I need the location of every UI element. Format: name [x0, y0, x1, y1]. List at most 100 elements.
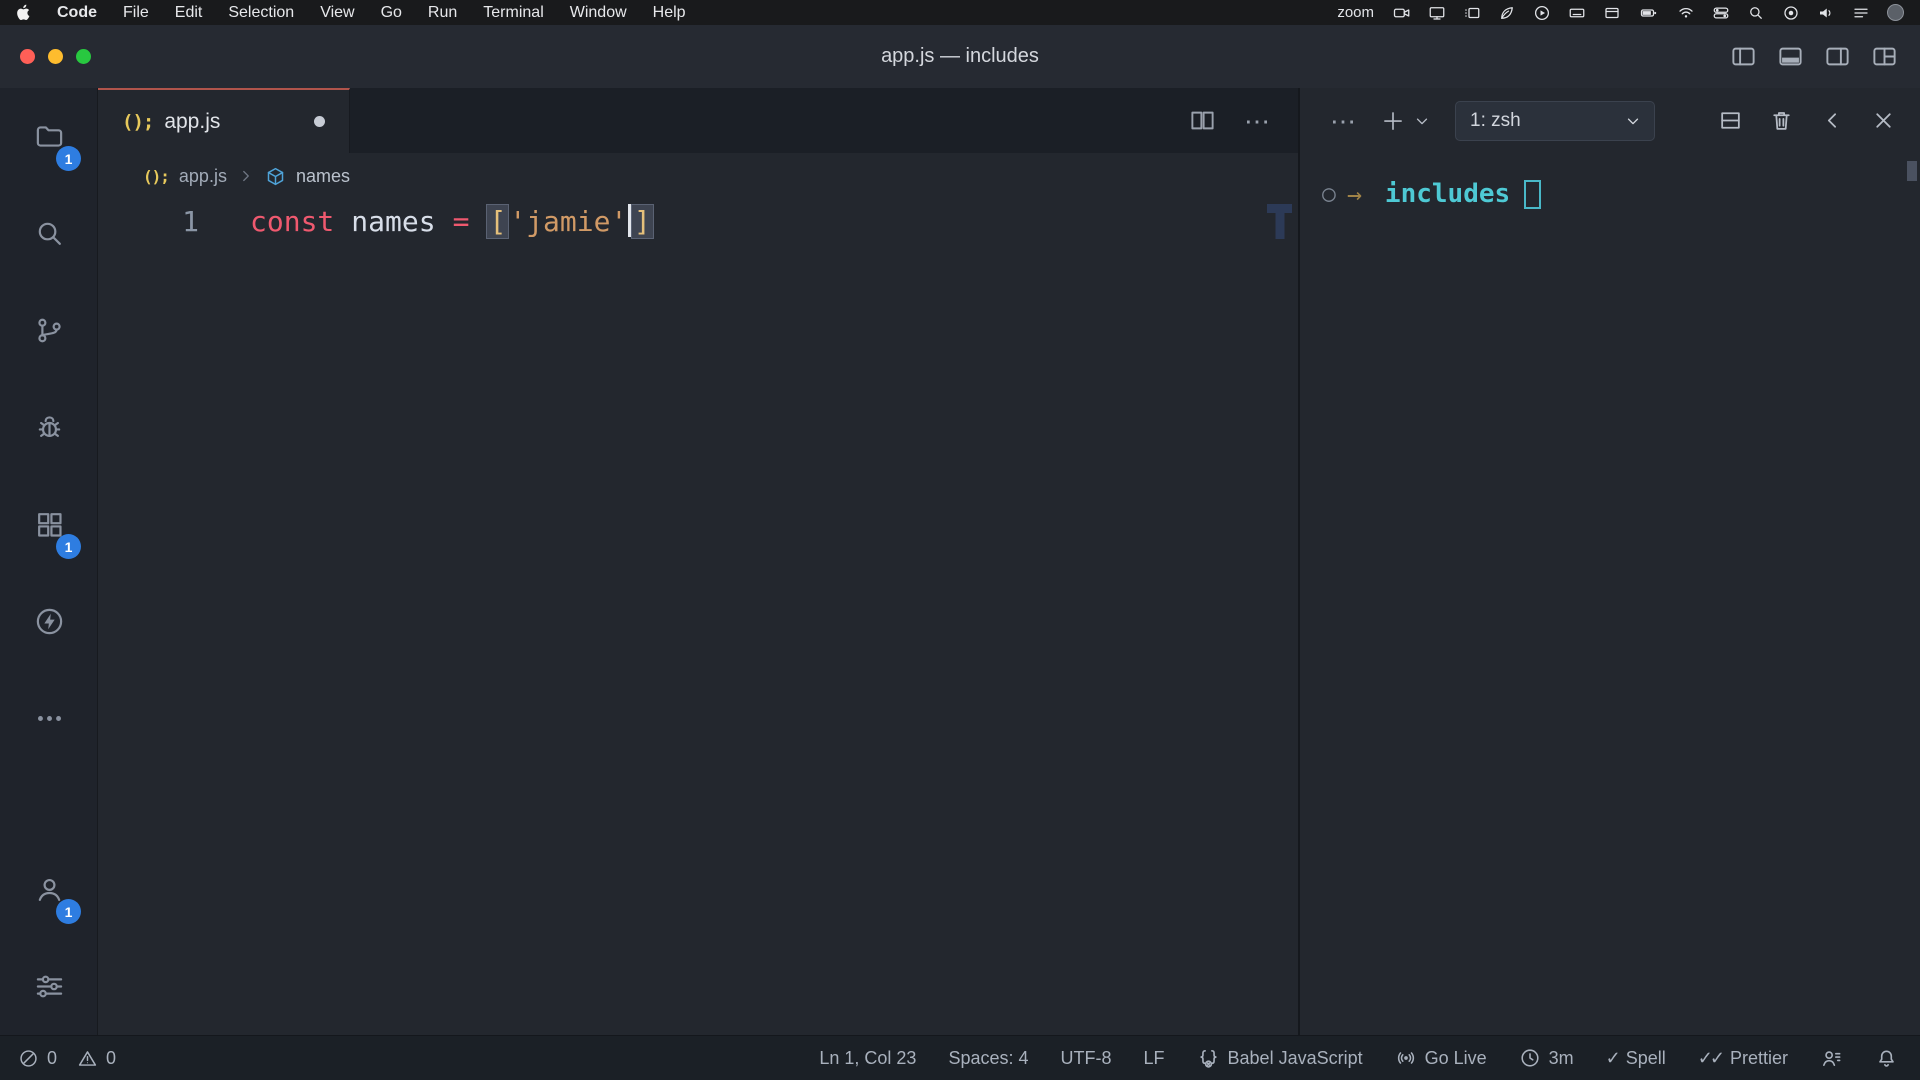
video-camera-icon[interactable] [1393, 4, 1411, 22]
menu-help[interactable]: Help [653, 4, 686, 22]
menu-view[interactable]: View [320, 4, 354, 22]
speaker-icon[interactable] [1817, 4, 1835, 22]
menu-selection[interactable]: Selection [228, 4, 294, 22]
editor-tab-bar: (); app.js ⋯ [98, 88, 1298, 153]
javascript-file-icon: (); [122, 111, 153, 133]
more-views-button[interactable] [0, 670, 98, 767]
menu-go[interactable]: Go [381, 4, 402, 22]
prompt-directory: includes [1385, 179, 1510, 209]
cursor-position-button[interactable]: Ln 1, Col 23 [819, 1048, 916, 1069]
code-editor[interactable]: 1 constnames=['jamie'] [98, 199, 1298, 1035]
leaf-icon[interactable] [1498, 4, 1516, 22]
menu-app-name[interactable]: Code [57, 4, 97, 22]
thunder-client-activity-button[interactable] [0, 573, 98, 670]
editor-area: (); app.js ⋯ (); app.js names 1 [98, 88, 1298, 1035]
code-text: constnames=['jamie'] [250, 199, 654, 245]
error-circle-slash-icon [18, 1048, 39, 1069]
double-check-icon: ✓✓ [1698, 1048, 1722, 1069]
code-line-1: 1 constnames=['jamie'] [98, 199, 1298, 245]
search-icon [34, 218, 65, 249]
terminal-shell-label: 1: zsh [1470, 110, 1521, 132]
close-panel-icon[interactable] [1871, 108, 1896, 133]
indentation-button[interactable]: Spaces: 4 [948, 1048, 1028, 1069]
traffic-lights [0, 49, 91, 64]
wifi-icon[interactable] [1677, 4, 1695, 22]
source-control-activity-button[interactable] [0, 282, 98, 379]
token-variable: names [351, 205, 435, 238]
breadcrumb-file-icon: (); [143, 167, 169, 186]
new-terminal-dropdown-icon[interactable] [1413, 112, 1431, 130]
symbol-cube-icon [265, 166, 286, 187]
apple-menu-icon[interactable] [16, 4, 31, 21]
explorer-activity-button[interactable]: 1 [0, 88, 98, 185]
extensions-activity-button[interactable]: 1 [0, 476, 98, 573]
eol-button[interactable]: LF [1144, 1048, 1165, 1069]
user-avatar-icon[interactable] [1887, 4, 1904, 21]
prompt-status-symbol: ○ [1322, 181, 1336, 207]
display-icon[interactable] [1428, 4, 1446, 22]
menu-terminal[interactable]: Terminal [483, 4, 543, 22]
record-circle-icon[interactable] [1782, 4, 1800, 22]
control-center-icon[interactable] [1712, 4, 1730, 22]
minimize-window-button[interactable] [48, 49, 63, 64]
notifications-button[interactable] [1875, 1047, 1898, 1070]
breadcrumb-file[interactable]: app.js [179, 166, 227, 187]
token-keyword: const [250, 205, 334, 238]
terminal-more-actions-icon[interactable]: ⋯ [1330, 108, 1356, 134]
toggle-secondary-sidebar-icon[interactable] [1824, 43, 1851, 70]
maximize-window-button[interactable] [76, 49, 91, 64]
language-mode-button[interactable]: Babel JavaScript [1197, 1047, 1363, 1070]
timer-button[interactable]: 3m [1519, 1047, 1574, 1069]
terminal-cursor [1524, 180, 1541, 209]
token-string: 'jamie' [509, 205, 627, 238]
manage-settings-button[interactable] [0, 938, 98, 1035]
problems-warnings-button[interactable]: 0 [77, 1048, 116, 1069]
prompt-arrow: → [1347, 180, 1362, 209]
menu-file[interactable]: File [123, 4, 149, 22]
terminal-panel: ⋯ 1: zsh ○ → [1298, 88, 1920, 1035]
accounts-button[interactable]: 1 [0, 841, 98, 938]
kill-terminal-trash-icon[interactable] [1769, 108, 1794, 133]
menu-run[interactable]: Run [428, 4, 457, 22]
window-icon[interactable] [1603, 4, 1621, 22]
menu-list-icon[interactable] [1852, 4, 1870, 22]
menu-edit[interactable]: Edit [175, 4, 203, 22]
customize-layout-icon[interactable] [1871, 43, 1898, 70]
spell-label: Spell [1626, 1048, 1666, 1069]
toggle-panel-layout-icon[interactable] [1777, 43, 1804, 70]
search-activity-button[interactable] [0, 185, 98, 282]
zoom-menu-label[interactable]: zoom [1337, 4, 1374, 21]
split-terminal-icon[interactable] [1718, 108, 1743, 133]
encoding-button[interactable]: UTF-8 [1061, 1048, 1112, 1069]
minimap[interactable] [1267, 204, 1292, 239]
terminal-shell-select[interactable]: 1: zsh [1455, 101, 1655, 141]
terminal-scrollbar-thumb[interactable] [1907, 161, 1917, 181]
user-settings-status-button[interactable] [1820, 1047, 1843, 1070]
terminal-content[interactable]: ○ → includes [1300, 153, 1920, 1035]
check-icon: ✓ [1606, 1048, 1618, 1069]
close-window-button[interactable] [20, 49, 35, 64]
menu-window[interactable]: Window [570, 4, 627, 22]
problems-errors-button[interactable]: 0 [18, 1048, 57, 1069]
play-circle-icon[interactable] [1533, 4, 1551, 22]
breadcrumb-symbol[interactable]: names [296, 166, 350, 187]
spell-checker-button[interactable]: ✓ Spell [1606, 1048, 1666, 1069]
go-live-button[interactable]: Go Live [1395, 1047, 1487, 1069]
extensions-icon [34, 509, 65, 540]
toggle-sidebar-layout-icon[interactable] [1730, 43, 1757, 70]
battery-icon[interactable] [1638, 4, 1660, 22]
stage-manager-icon[interactable] [1463, 4, 1481, 22]
chevron-left-icon[interactable] [1820, 108, 1845, 133]
new-terminal-icon[interactable] [1380, 108, 1406, 134]
prettier-button[interactable]: ✓✓ Prettier [1698, 1048, 1788, 1069]
editor-more-actions-icon[interactable]: ⋯ [1244, 108, 1270, 134]
keyboard-icon[interactable] [1568, 4, 1586, 22]
clock-icon [1519, 1047, 1541, 1069]
unsaved-changes-dot[interactable] [314, 116, 325, 127]
debug-activity-button[interactable] [0, 379, 98, 476]
split-editor-icon[interactable] [1189, 107, 1216, 134]
tab-app-js[interactable]: (); app.js [98, 88, 350, 153]
spotlight-search-icon[interactable] [1747, 4, 1765, 22]
warning-count: 0 [106, 1048, 116, 1069]
lightning-icon [34, 606, 65, 637]
